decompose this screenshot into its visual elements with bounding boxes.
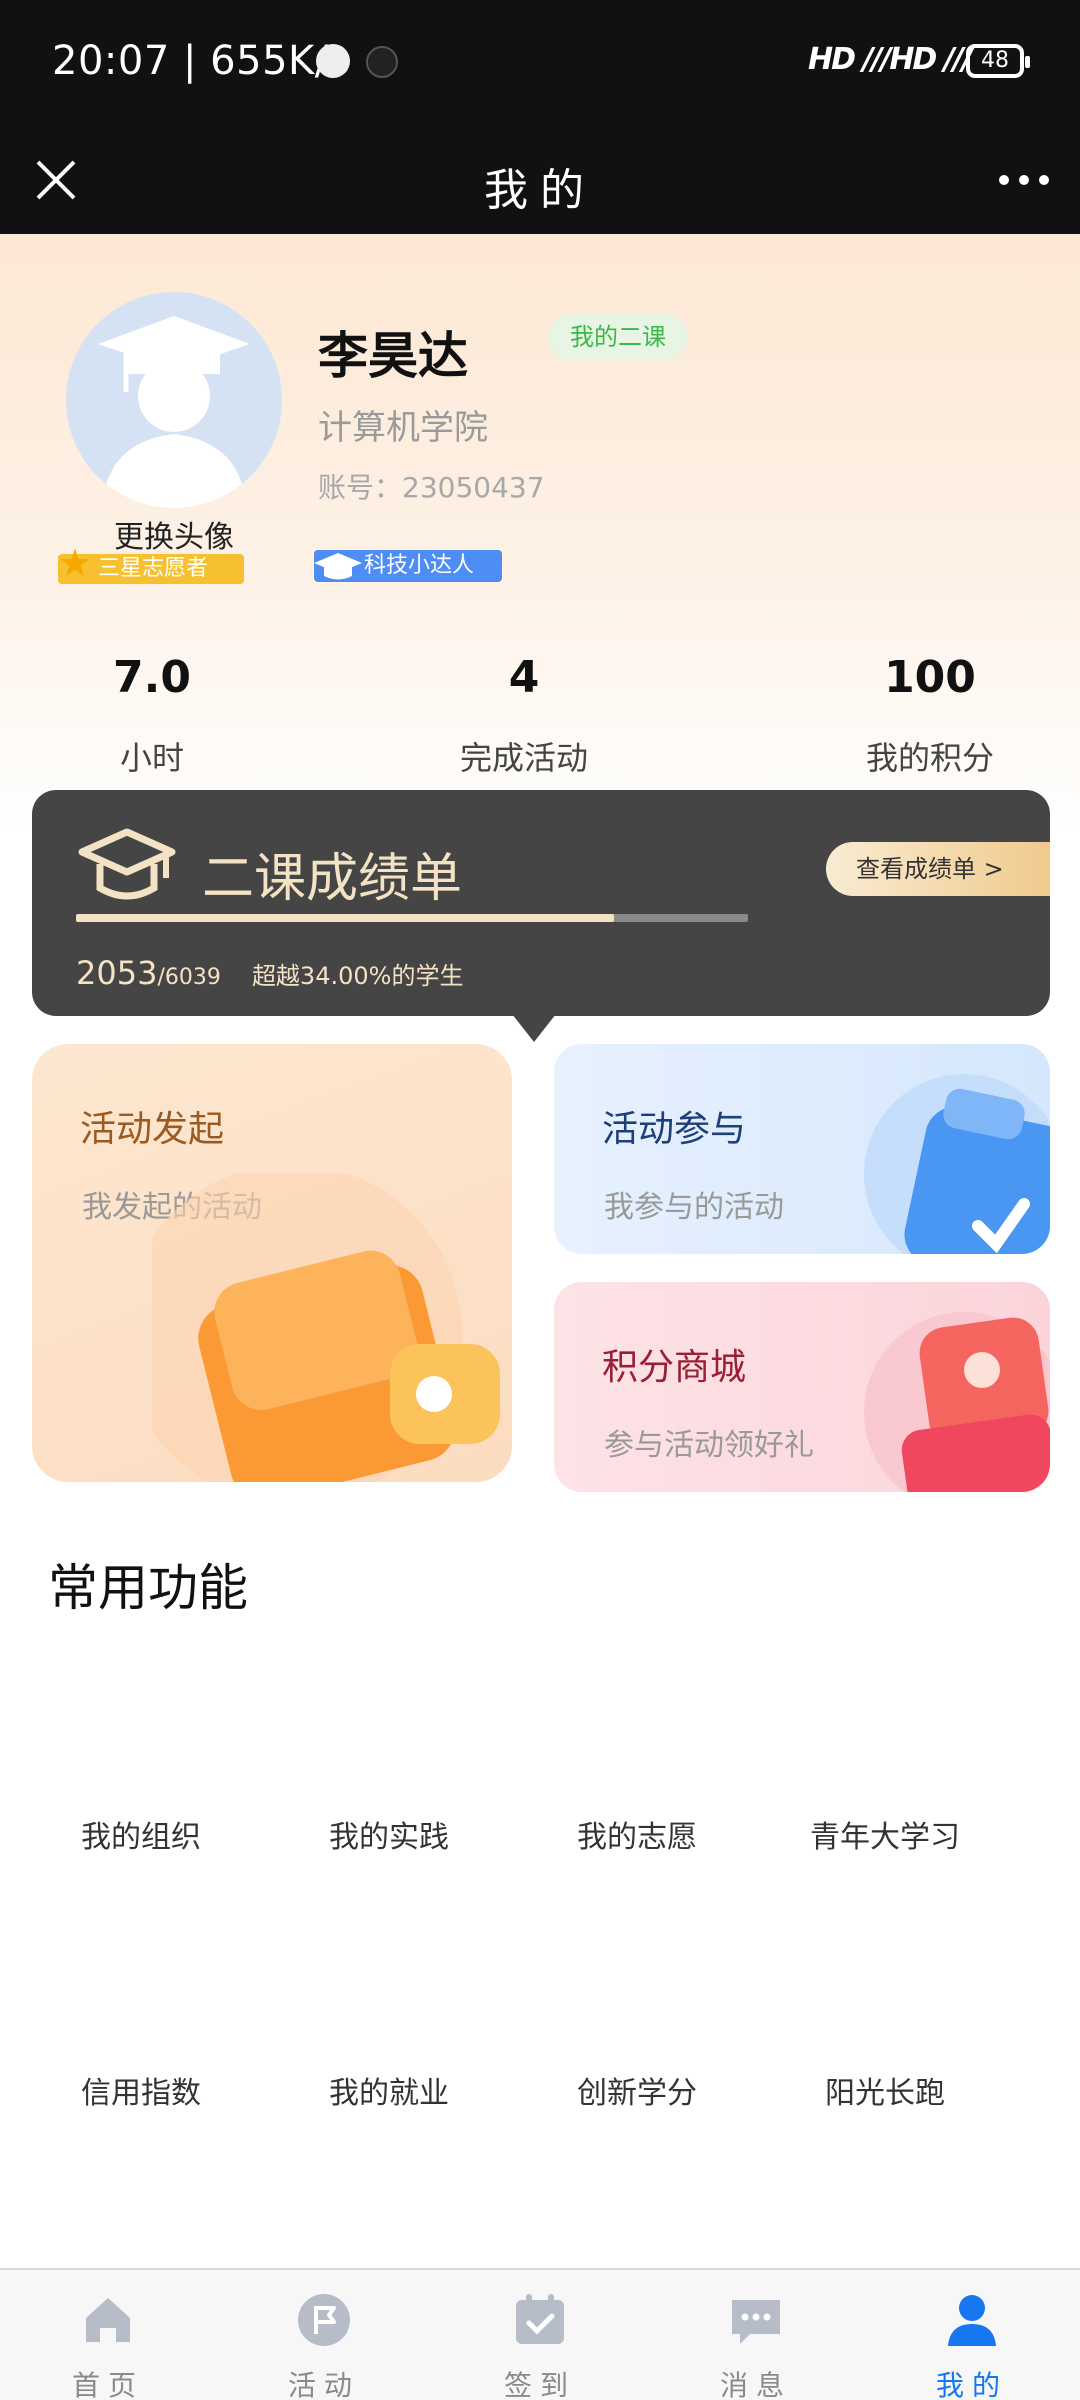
tab-bar: 首页 活动 签到 消息 我的 xyxy=(0,2268,1080,2400)
function-youth-study[interactable]: 青年大学习 xyxy=(760,1812,1010,1856)
stat-points[interactable]: 100 我的积分 xyxy=(810,652,1050,779)
gift-shop-icon xyxy=(864,1312,1050,1492)
score-value: 2053 xyxy=(76,954,158,992)
more-icon[interactable] xyxy=(994,152,1054,210)
score-total: /6039 xyxy=(157,965,221,990)
activity-join-card[interactable]: 活动参与 我参与的活动 xyxy=(554,1044,1050,1254)
card-subtitle: 参与活动领好礼 xyxy=(604,1428,814,1463)
transcript-progress-fill xyxy=(76,914,614,922)
tab-label: 首页 xyxy=(71,2369,144,2400)
signal-icon: HD ///HD /// xyxy=(808,42,973,77)
card-title: 积分商城 xyxy=(602,1347,747,1388)
tab-label: 我的 xyxy=(935,2369,1008,2400)
page-title: 我的 xyxy=(484,165,596,216)
account-number: 账号：23050437 xyxy=(318,471,545,504)
tab-label: 活动 xyxy=(287,2369,360,2400)
media-notification-icon xyxy=(366,46,398,78)
calendar-check-icon xyxy=(516,2294,564,2344)
stat-value: 4 xyxy=(508,652,540,703)
graduation-cap-icon xyxy=(78,828,176,900)
status-time: 20:07 | 655K/s xyxy=(52,38,351,84)
stat-label: 小时 xyxy=(119,739,184,777)
app-notification-icon xyxy=(316,44,350,78)
transcript-pointer xyxy=(512,1014,556,1042)
activity-launch-card[interactable]: 活动发起 我发起的活动 xyxy=(32,1044,512,1482)
avatar[interactable] xyxy=(66,292,282,508)
stat-completed-activities[interactable]: 4 完成活动 xyxy=(404,652,644,779)
star-icon: ★ xyxy=(58,541,93,585)
function-credit-index[interactable]: 信用指数 xyxy=(16,2068,266,2112)
stat-label: 完成活动 xyxy=(459,739,588,777)
message-icon xyxy=(732,2300,780,2344)
nav-bar: 我的 xyxy=(0,130,1080,234)
function-innovation-credits[interactable]: 创新学分 xyxy=(512,2068,762,2112)
my-course-tag[interactable]: 我的二课 xyxy=(548,314,688,360)
tech-badge: 科技小达人 xyxy=(314,550,502,582)
stat-label: 我的积分 xyxy=(865,739,994,777)
function-my-practice[interactable]: 我的实践 xyxy=(264,1812,514,1856)
card-title: 活动发起 xyxy=(80,1109,225,1150)
tab-mine[interactable]: 我的 xyxy=(864,2270,1080,2400)
card-title: 活动参与 xyxy=(602,1109,747,1150)
graduate-avatar-icon xyxy=(98,316,250,508)
change-avatar-label[interactable]: 更换头像 xyxy=(66,512,282,556)
points-mall-card[interactable]: 积分商城 参与活动领好礼 xyxy=(554,1282,1050,1492)
stat-value: 7.0 xyxy=(113,652,191,703)
graduation-cap-icon xyxy=(314,553,362,580)
card-subtitle: 我参与的活动 xyxy=(604,1190,784,1225)
common-functions-title: 常用功能 xyxy=(48,1559,248,1617)
status-bar: 20:07 | 655K/s HD ///HD /// 48 xyxy=(0,0,1080,130)
tab-home[interactable]: 首页 xyxy=(0,2270,216,2400)
college-name: 计算机学院 xyxy=(318,408,488,448)
function-my-employment[interactable]: 我的就业 xyxy=(264,2068,514,2112)
transcript-progress-bar xyxy=(76,914,748,922)
tab-messages[interactable]: 消息 xyxy=(648,2270,864,2400)
stat-value: 100 xyxy=(884,652,976,703)
user-icon xyxy=(948,2295,996,2346)
user-name: 李昊达 xyxy=(318,327,468,385)
transcript-title: 二课成绩单 xyxy=(202,849,463,909)
home-icon xyxy=(86,2298,130,2342)
score-rank: 超越34.00%的学生 xyxy=(251,962,464,990)
function-my-volunteer[interactable]: 我的志愿 xyxy=(512,1812,762,1856)
clipboard-check-icon xyxy=(864,1074,1050,1254)
stat-hours[interactable]: 7.0 小时 xyxy=(32,652,272,779)
function-sunshine-run[interactable]: 阳光长跑 xyxy=(760,2068,1010,2112)
function-my-organization[interactable]: 我的组织 xyxy=(16,1812,266,1856)
tab-check-in[interactable]: 签到 xyxy=(432,2270,648,2400)
transcript-card[interactable]: 二课成绩单 查看成绩单 > 2053/6039 超越34.00%的学生 xyxy=(32,790,1050,1016)
volunteer-badge: ★ 三星志愿者 xyxy=(58,544,244,584)
volunteer-badge-label: 三星志愿者 xyxy=(98,556,209,581)
tab-activities[interactable]: 活动 xyxy=(216,2270,432,2400)
tab-label: 签到 xyxy=(503,2369,576,2400)
score-line: 2053/6039 超越34.00%的学生 xyxy=(76,954,463,992)
view-transcript-button[interactable]: 查看成绩单 > xyxy=(826,842,1050,896)
battery-icon: 48 xyxy=(966,44,1030,78)
flag-icon xyxy=(298,2294,350,2346)
tech-badge-label: 科技小达人 xyxy=(364,553,475,578)
tab-label: 消息 xyxy=(719,2369,792,2400)
wallet-icon xyxy=(152,1174,500,1482)
